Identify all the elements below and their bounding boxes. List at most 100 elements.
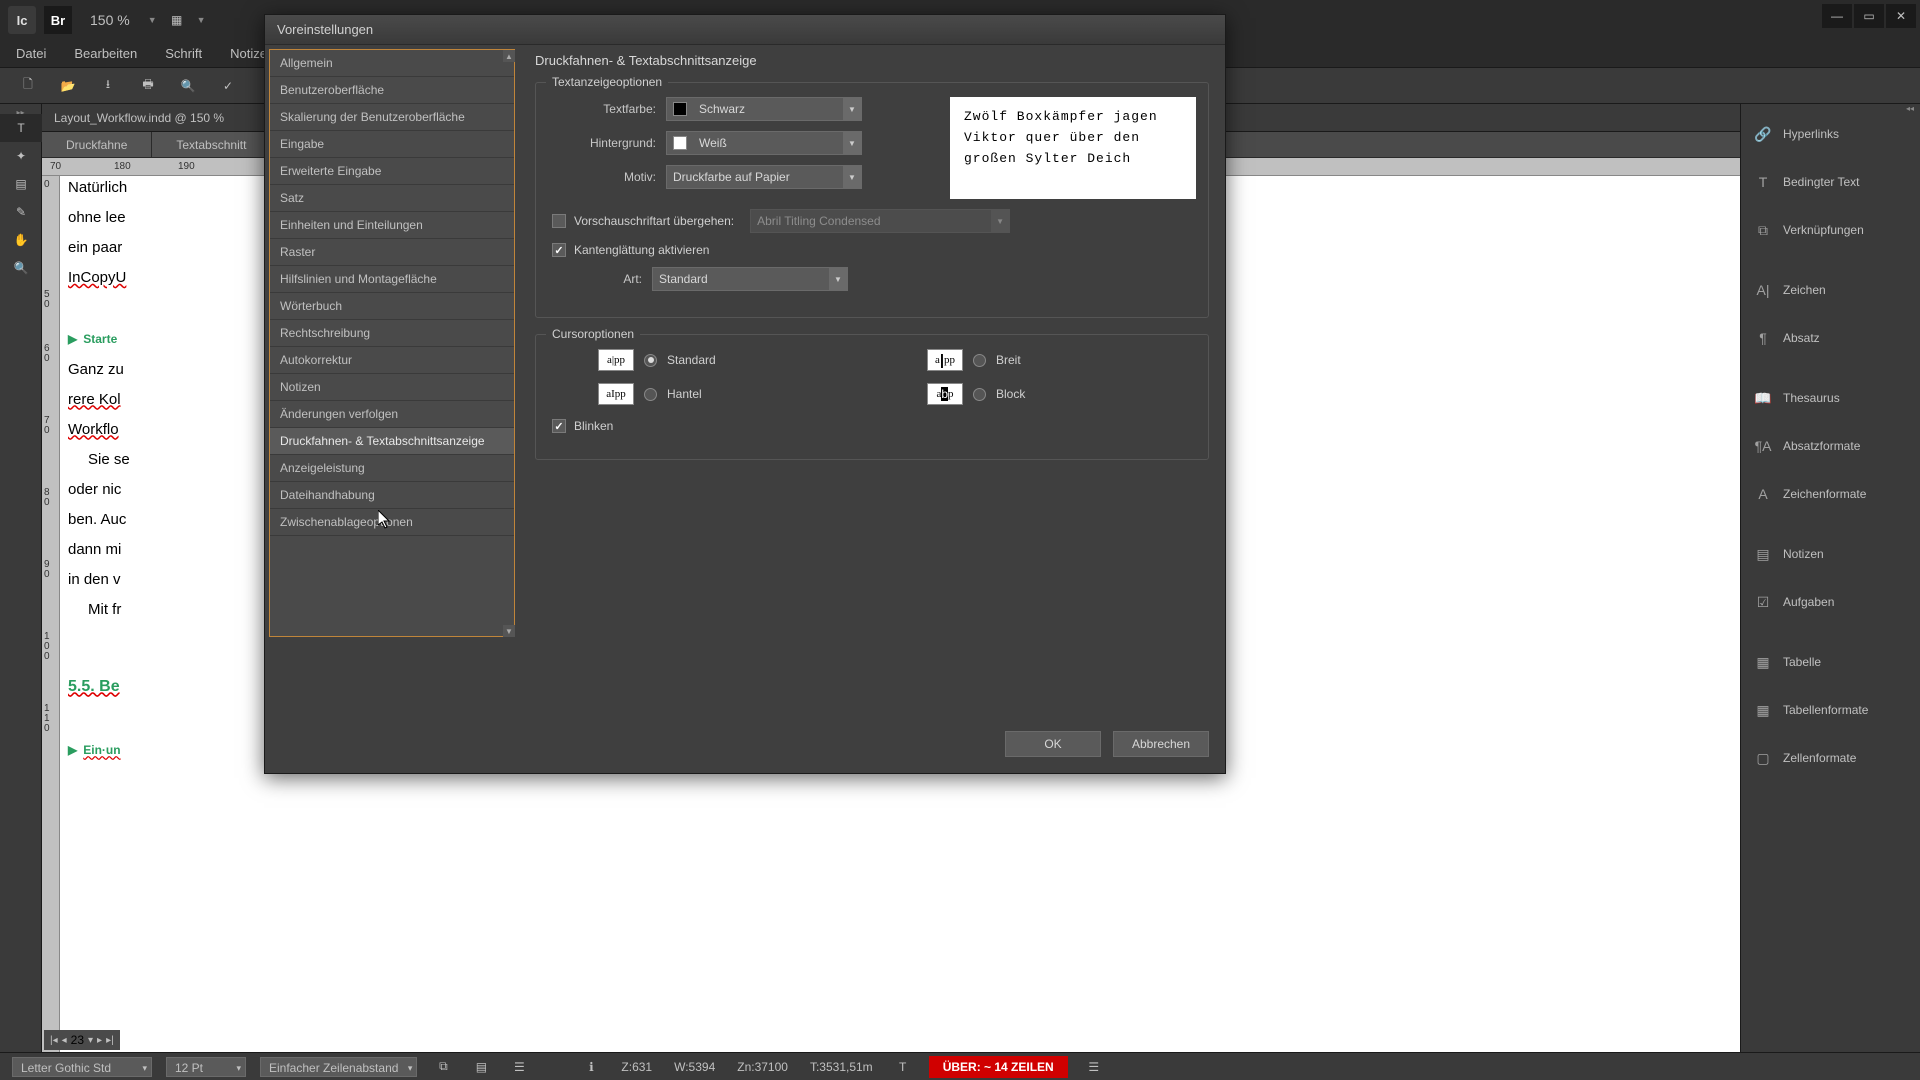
close-button[interactable]: ✕ — [1886, 4, 1916, 28]
panel-hyperlinks[interactable]: 🔗Hyperlinks — [1741, 110, 1920, 158]
status-bar: Letter Gothic Std 12 Pt Einfacher Zeilen… — [0, 1052, 1920, 1080]
text-frame-icon[interactable]: T — [891, 1055, 915, 1079]
page-dropdown-button[interactable]: ▾ — [88, 1035, 93, 1046]
find-icon[interactable]: 🔍 — [176, 74, 200, 98]
panel-conditional-text[interactable]: TBedingter Text — [1741, 158, 1920, 206]
sidebar-item[interactable]: Dateihandhabung — [270, 482, 514, 509]
eyedropper-tool-icon[interactable]: ✎ — [0, 198, 42, 226]
char-icon: A| — [1753, 280, 1773, 300]
text-color-label: Textfarbe: — [548, 102, 666, 116]
cursor-barbell-preview: aIpp — [598, 383, 634, 405]
menu-file[interactable]: Datei — [8, 42, 54, 65]
sidebar-item[interactable]: Autokorrektur — [270, 347, 514, 374]
open-icon[interactable]: 📂 — [56, 74, 80, 98]
vertical-ruler: 0 5 0 6 0 7 0 8 0 9 0 1 0 0 1 1 0 — [42, 176, 60, 1052]
sidebar-item[interactable]: Erweiterte Eingabe — [270, 158, 514, 185]
sidebar-item[interactable]: Benutzeroberfläche — [270, 77, 514, 104]
tab-galley[interactable]: Druckfahne — [42, 132, 152, 157]
antialias-type-dropdown[interactable]: Standard ▼ — [652, 267, 848, 291]
arrange-icon[interactable]: ▦ — [165, 8, 189, 32]
tab-story[interactable]: Textabschnitt — [152, 132, 271, 157]
next-page-button[interactable]: ▸ — [97, 1035, 102, 1046]
status-z: Z:631 — [617, 1057, 656, 1077]
cursor-barbell-radio[interactable] — [644, 388, 657, 401]
sidebar-item[interactable]: Hilfslinien und Montagefläche — [270, 266, 514, 293]
prev-page-button[interactable]: ◂ — [62, 1035, 67, 1046]
bg-dropdown[interactable]: Weiß ▼ — [666, 131, 862, 155]
font-size-dropdown[interactable]: 12 Pt — [166, 1057, 246, 1077]
spellcheck-icon[interactable]: ✓ — [216, 74, 240, 98]
table-icon: ▦ — [1753, 652, 1773, 672]
text-display-legend: Textanzeigeoptionen — [546, 75, 668, 89]
type-label: Art: — [602, 272, 652, 286]
antialias-label: Kantenglättung aktivieren — [574, 243, 709, 257]
sidebar-item[interactable]: Anzeigeleistung — [270, 455, 514, 482]
panel-table[interactable]: ▦Tabelle — [1741, 638, 1920, 686]
panel-thesaurus[interactable]: 📖Thesaurus — [1741, 374, 1920, 422]
position-tool-icon[interactable]: ✦ — [0, 142, 42, 170]
blink-checkbox[interactable] — [552, 419, 566, 433]
panel-cell-styles[interactable]: ▢Zellenformate — [1741, 734, 1920, 782]
panel-paragraph[interactable]: ¶Absatz — [1741, 314, 1920, 362]
current-page[interactable]: 23 — [71, 1033, 84, 1047]
zoom-level[interactable]: 150 % — [80, 8, 140, 32]
sidebar-item[interactable]: Änderungen verfolgen — [270, 401, 514, 428]
new-icon[interactable]: 🗋 — [16, 74, 40, 98]
last-page-button[interactable]: ▸| — [106, 1035, 114, 1046]
cursor-standard-preview: a|pp — [598, 349, 634, 371]
antialias-checkbox[interactable] — [552, 243, 566, 257]
table-style-icon: ▦ — [1753, 700, 1773, 720]
minimize-button[interactable]: — — [1822, 4, 1852, 28]
maximize-button[interactable]: ▭ — [1854, 4, 1884, 28]
print-icon[interactable]: 🖶 — [136, 74, 160, 98]
panel-character[interactable]: A|Zeichen — [1741, 266, 1920, 314]
line-spacing-dropdown[interactable]: Einfacher Zeilenabstand — [260, 1057, 417, 1077]
note-tool-icon[interactable]: ▤ — [0, 170, 42, 198]
document-tab[interactable]: Layout_Workflow.indd @ 150 % — [42, 105, 236, 131]
panel-char-styles[interactable]: AZeichenformate — [1741, 470, 1920, 518]
sidebar-item[interactable]: Skalierung der Benutzeroberfläche — [270, 104, 514, 131]
sidebar-item[interactable]: Raster — [270, 239, 514, 266]
cursor-wide-radio[interactable] — [973, 354, 986, 367]
menu-font[interactable]: Schrift — [157, 42, 210, 65]
cursor-block-preview: abp — [927, 383, 963, 405]
sidebar-item[interactable]: Zwischenablageoptionen — [270, 509, 514, 536]
panel-notes[interactable]: ▤Notizen — [1741, 530, 1920, 578]
cursor-standard-radio[interactable] — [644, 354, 657, 367]
theme-dropdown[interactable]: Druckfarbe auf Papier ▼ — [666, 165, 862, 189]
cancel-button[interactable]: Abbrechen — [1113, 731, 1209, 757]
sidebar-item[interactable]: Satz — [270, 185, 514, 212]
first-page-button[interactable]: |◂ — [50, 1035, 58, 1046]
hand-tool-icon[interactable]: ✋ — [0, 226, 42, 254]
cursor-block-radio[interactable] — [973, 388, 986, 401]
menu-icon[interactable]: ☰ — [507, 1055, 531, 1079]
sidebar-item[interactable]: Notizen — [270, 374, 514, 401]
zoom-tool-icon[interactable]: 🔍 — [0, 254, 42, 282]
info-icon[interactable]: ℹ — [579, 1055, 603, 1079]
sidebar-item[interactable]: Einheiten und Einteilungen — [270, 212, 514, 239]
panel-links[interactable]: ⧉Verknüpfungen — [1741, 206, 1920, 254]
align1-icon[interactable]: ⧉ — [431, 1055, 455, 1079]
text-color-dropdown[interactable]: Schwarz ▼ — [666, 97, 862, 121]
menu2-icon[interactable]: ☰ — [1082, 1055, 1106, 1079]
panel-table-styles[interactable]: ▦Tabellenformate — [1741, 686, 1920, 734]
override-font-checkbox[interactable] — [552, 214, 566, 228]
sidebar-item[interactable]: Rechtschreibung — [270, 320, 514, 347]
sidebar-item[interactable]: Wörterbuch — [270, 293, 514, 320]
sidebar-item[interactable]: Druckfahnen- & Textabschnittsanzeige — [270, 428, 514, 455]
font-dropdown[interactable]: Letter Gothic Std — [12, 1057, 152, 1077]
panel-para-styles[interactable]: ¶AAbsatzformate — [1741, 422, 1920, 470]
align2-icon[interactable]: ▤ — [469, 1055, 493, 1079]
scroll-up-button[interactable]: ▲ — [503, 50, 515, 62]
panel-assignments[interactable]: ☑Aufgaben — [1741, 578, 1920, 626]
sidebar-item[interactable]: Allgemein — [270, 50, 514, 77]
menu-edit[interactable]: Bearbeiten — [66, 42, 145, 65]
cursor-block-label: Block — [996, 387, 1025, 401]
save-icon[interactable]: ⭳ — [96, 74, 120, 98]
scroll-down-button[interactable]: ▼ — [503, 625, 515, 637]
text-tool-icon[interactable]: T — [0, 114, 42, 142]
notes-icon: ▤ — [1753, 544, 1773, 564]
bridge-icon[interactable]: Br — [44, 6, 72, 34]
sidebar-item[interactable]: Eingabe — [270, 131, 514, 158]
ok-button[interactable]: OK — [1005, 731, 1101, 757]
